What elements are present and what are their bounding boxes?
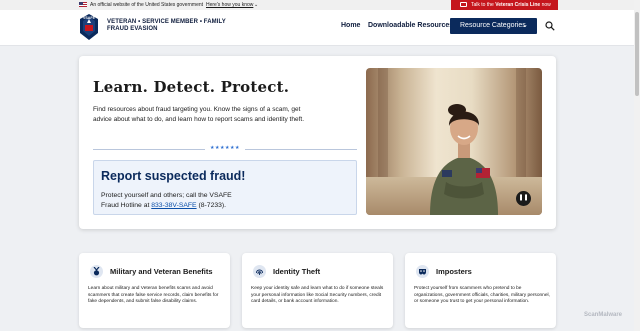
gov-banner-text: An official website of the United States…	[90, 2, 204, 8]
chevron-down-icon[interactable]: ⌄	[254, 1, 258, 9]
brand-line-1: VETERAN • SERVICE MEMBER • FAMILY	[107, 19, 226, 25]
resource-categories-label: Resource Categories	[460, 22, 526, 29]
report-fraud-title: Report suspected fraud!	[101, 169, 246, 183]
nav-downloadable-resources-link[interactable]: Downloadable Resources	[368, 22, 453, 29]
brand-name[interactable]: VETERAN • SERVICE MEMBER • FAMILY FRAUD …	[107, 19, 226, 33]
us-flag-icon	[79, 2, 87, 7]
medal-icon	[90, 265, 103, 278]
logo-text: VSAFE	[83, 16, 96, 20]
crisis-line-text: Talk to the Veteran Crisis Line now	[471, 2, 551, 8]
search-icon[interactable]	[545, 21, 555, 31]
card-imposters[interactable]: Imposters Protect yourself from scammers…	[405, 253, 556, 328]
hero-description: Find resources about fraud targeting you…	[93, 106, 305, 123]
pause-button[interactable]: ❚❚	[516, 191, 531, 206]
hotline-link[interactable]: 833-38V-SAFE	[151, 202, 196, 209]
nav-home-link[interactable]: Home	[341, 22, 360, 29]
resource-categories-button[interactable]: Resource Categories ⌄	[450, 18, 537, 34]
card-title: Identity Theft	[273, 267, 321, 276]
chevron-down-icon: ⌄	[522, 22, 528, 29]
star-divider: ★★★★★★	[93, 145, 357, 152]
veteran-crisis-line-button[interactable]: Talk to the Veteran Crisis Line now	[451, 0, 558, 10]
card-title: Imposters	[436, 267, 472, 276]
vsafe-logo[interactable]: VSAFE	[79, 13, 99, 41]
scanmalware-watermark: ScanMalware	[584, 312, 623, 318]
report-fraud-text: Protect yourself and others; call the VS…	[101, 192, 232, 209]
chat-icon	[460, 2, 467, 7]
site-header: VSAFE VETERAN • SERVICE MEMBER • FAMILY …	[0, 10, 640, 46]
hero-photo: ❚❚	[366, 68, 542, 215]
card-military-benefits[interactable]: Military and Veteran Benefits Learn abou…	[79, 253, 230, 328]
card-description: Keep your identity safe and learn what t…	[251, 286, 384, 304]
report-fraud-box: Report suspected fraud! Protect yourself…	[93, 160, 357, 215]
hero-title: Learn. Detect. Protect.	[93, 78, 290, 96]
card-identity-theft[interactable]: Identity Theft Keep your identity safe a…	[242, 253, 393, 328]
fingerprint-icon	[253, 265, 266, 278]
card-description: Protect yourself from scammers who prete…	[414, 286, 550, 304]
hero-section: Learn. Detect. Protect. Find resources a…	[79, 56, 556, 229]
service-member-image	[430, 104, 498, 215]
brand-line-2: FRAUD EVASION	[107, 26, 158, 32]
card-title: Military and Veteran Benefits	[110, 267, 213, 276]
card-description: Learn about military and Veteran benefit…	[88, 286, 219, 304]
scrollbar[interactable]	[634, 0, 640, 331]
heres-how-you-know-link[interactable]: Here's how you know	[206, 1, 253, 9]
mask-icon	[416, 265, 429, 278]
stars-icon: ★★★★★★	[210, 145, 240, 151]
scrollbar-thumb[interactable]	[635, 12, 639, 96]
